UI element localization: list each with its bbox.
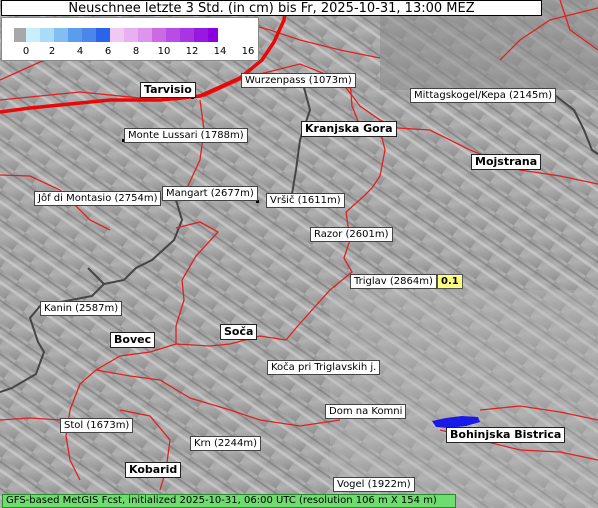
legend-swatch	[96, 28, 110, 42]
legend-swatch	[26, 28, 40, 42]
legend-swatch	[14, 28, 26, 42]
place-label-wurzenpass: Wurzenpass (1073m)	[241, 73, 356, 88]
legend-swatch	[54, 28, 68, 42]
legend-tick: 8	[132, 46, 140, 57]
place-label-mittagskogel: Mittagskogel/Kepa (2145m)	[410, 88, 556, 103]
legend-tick: 12	[185, 46, 199, 57]
place-label-monte-lussari: Monte Lussari (1788m)	[124, 128, 248, 143]
place-label-vogel: Vogel (1922m)	[333, 477, 415, 492]
place-label-jof-di-montasio: Jôf di Montasio (2754m)	[34, 191, 162, 206]
legend-tick: 10	[157, 46, 171, 57]
legend-swatch	[194, 28, 208, 42]
legend-tick: 0	[22, 46, 30, 57]
place-label-mojstrana: Mojstrana	[471, 154, 542, 170]
place-label-triglav: Triglav (2864m)	[350, 274, 437, 289]
place-label-krn: Krn (2244m)	[190, 436, 262, 451]
legend-swatch	[208, 28, 218, 42]
legend-tick: 16	[241, 46, 255, 57]
place-label-tarvisio: Tarvisio	[140, 82, 196, 98]
place-label-kobarid: Kobarid	[125, 462, 182, 478]
legend-swatch	[40, 28, 54, 42]
legend-tick: 4	[76, 46, 84, 57]
place-label-bohinjska-bistrica: Bohinjska Bistrica	[446, 427, 566, 443]
place-label-soca: Soča	[220, 324, 258, 340]
color-legend: 0 2 4 6 8 10 12 14 16	[1, 17, 259, 61]
place-label-koca-pri-triglavskih: Koča pri Triglavskih j.	[267, 360, 381, 375]
place-label-kanin: Kanin (2587m)	[40, 301, 123, 316]
legend-swatch	[124, 28, 138, 42]
legend-swatch	[110, 28, 124, 42]
valley-shading-south	[330, 290, 598, 508]
place-label-razor: Razor (2601m)	[310, 227, 393, 242]
legend-swatch	[180, 28, 194, 42]
place-label-vrsic: Vršič (1611m)	[266, 193, 345, 208]
legend-color-bar	[14, 28, 218, 42]
map-title: Neuschnee letzte 3 Std. (in cm) bis Fr, …	[1, 0, 542, 16]
legend-tick: 6	[104, 46, 112, 57]
place-label-kranjska-gora: Kranjska Gora	[301, 121, 397, 137]
legend-swatch	[138, 28, 152, 42]
legend-swatch	[82, 28, 96, 42]
place-label-mangart: Mangart (2677m)	[162, 186, 258, 201]
place-label-stol: Stol (1673m)	[60, 418, 134, 433]
legend-tick: 14	[213, 46, 227, 57]
forecast-footer: GFS-based MetGIS Fcst, initialized 2025-…	[2, 494, 456, 508]
place-label-bovec: Bovec	[110, 332, 156, 348]
place-label-dom-na-komni: Dom na Komni	[325, 404, 407, 419]
legend-swatch	[152, 28, 166, 42]
legend-swatch	[68, 28, 82, 42]
legend-swatch	[166, 28, 180, 42]
snow-value-triglav: 0.1	[437, 274, 463, 289]
legend-tick: 2	[48, 46, 56, 57]
